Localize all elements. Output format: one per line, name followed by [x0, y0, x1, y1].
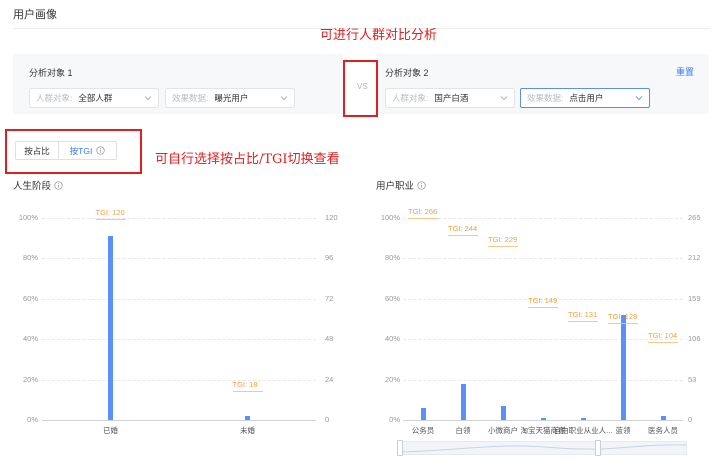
tgi-label: TGI: 131	[568, 310, 598, 320]
y-axis-tick: 0%	[27, 415, 38, 424]
zoom-slider-right-handle[interactable]	[595, 440, 601, 456]
occupation-title-text: 用户职业	[376, 181, 415, 192]
info-icon[interactable]	[54, 180, 63, 190]
y2-axis-tick: 96	[325, 253, 334, 263]
y-axis-tick: 100%	[380, 213, 400, 222]
toggle-highlight-box	[5, 129, 142, 174]
vs-highlight-box	[343, 60, 378, 117]
gridline	[42, 298, 316, 300]
y-axis-tick: 20%	[384, 374, 400, 384]
y2-axis-tick: 0	[325, 415, 330, 424]
y-axis-tick: 100%	[18, 213, 38, 222]
analysis-object-1-label: 分析对象 1	[29, 68, 73, 78]
bar	[420, 407, 426, 420]
life-stage-title: 人生阶段	[13, 178, 63, 192]
tgi-marker-line	[408, 218, 438, 220]
y2-axis-tick: 212	[688, 253, 701, 263]
bar	[580, 417, 586, 420]
gridline	[403, 379, 683, 381]
tgi-label: TGI: 128	[608, 312, 638, 322]
y2-axis-tick: 159	[688, 293, 701, 303]
y2-axis-tick: 106	[688, 334, 701, 344]
info-icon[interactable]	[417, 180, 426, 190]
zoom-slider-track[interactable]	[399, 441, 687, 455]
tgi-label: TGI: 229	[488, 235, 518, 245]
tgi-label: TGI: 120	[95, 208, 125, 217]
crowd-select-prefix: 人群对象:	[36, 93, 73, 103]
gridline	[403, 218, 683, 219]
tgi-marker-line	[488, 246, 518, 248]
chevron-down-icon	[635, 96, 643, 101]
chevron-down-icon	[500, 96, 508, 101]
annotation-compare: 可进行人群对比分析	[320, 28, 438, 43]
crowd-select-prefix: 人群对象:	[392, 93, 429, 103]
y-axis-tick: 60%	[384, 293, 400, 303]
gridline	[42, 218, 316, 219]
y2-axis-tick: 265	[688, 213, 701, 222]
tgi-label: TGI: 18	[232, 379, 258, 389]
effect-select-prefix: 效果数据:	[527, 93, 564, 103]
y-axis-tick: 40%	[22, 334, 38, 344]
zoom-slider-left-handle[interactable]	[397, 440, 403, 456]
tgi-marker-line	[528, 307, 558, 309]
y2-axis-tick: 72	[325, 293, 334, 303]
life-stage-title-text: 人生阶段	[13, 181, 52, 192]
gridline	[42, 339, 316, 341]
y-axis-tick: 40%	[384, 334, 400, 344]
crowd-select-value: 国产白酒	[434, 93, 469, 103]
tgi-marker-line	[448, 235, 478, 236]
y-axis-tick: 60%	[22, 293, 38, 303]
x-axis-label: 已婚	[103, 426, 118, 435]
tgi-marker-line	[648, 341, 678, 343]
gridline	[42, 258, 316, 260]
gridline	[403, 339, 683, 341]
y2-axis-tick: 24	[325, 374, 334, 384]
tgi-label: TGI: 104	[648, 330, 678, 340]
y2-axis-tick: 53	[688, 374, 697, 384]
object1-crowd-select[interactable]: 人群对象: 全部人群	[29, 88, 159, 108]
page-title: 用户画像	[13, 9, 57, 21]
bar	[108, 236, 113, 420]
y2-axis-tick: 48	[325, 334, 334, 344]
y2-axis-tick: 120	[325, 213, 338, 222]
effect-select-value: 点击用户	[569, 93, 604, 103]
object2-crowd-select[interactable]: 人群对象: 国产白酒	[385, 88, 515, 108]
reset-link[interactable]: 重置	[676, 65, 694, 78]
effect-select-value: 曝光用户	[214, 93, 249, 103]
bar	[620, 314, 626, 420]
object1-effect-select[interactable]: 效果数据: 曝光用户	[165, 88, 295, 108]
tgi-marker-line	[568, 321, 598, 323]
x-axis-label: 医务人员	[648, 426, 678, 435]
y-axis-tick: 80%	[22, 253, 38, 263]
gridline	[42, 379, 316, 381]
zoom-slider-preview	[400, 444, 686, 453]
bar	[660, 415, 666, 420]
occupation-title: 用户职业	[376, 178, 426, 192]
tgi-label: TGI: 244	[448, 224, 478, 233]
y-axis-tick: 0%	[389, 415, 400, 424]
bar	[460, 383, 466, 420]
tgi-marker-line	[608, 323, 638, 325]
chevron-down-icon	[280, 96, 288, 101]
tgi-marker-line	[232, 390, 263, 392]
tgi-marker-line	[95, 219, 126, 220]
y-axis-tick: 80%	[384, 253, 400, 263]
x-axis-label: 未婚	[240, 426, 255, 435]
crowd-select-value: 全部人群	[78, 93, 113, 103]
effect-select-prefix: 效果数据:	[172, 93, 209, 103]
y2-axis-tick: 0	[688, 415, 693, 424]
bar	[500, 405, 506, 420]
x-axis-line	[42, 420, 316, 421]
gridline	[403, 258, 683, 260]
tgi-label: TGI: 266	[408, 207, 438, 217]
chevron-down-icon	[144, 96, 152, 101]
object2-effect-select[interactable]: 效果数据: 点击用户	[520, 88, 650, 108]
tgi-label: TGI: 149	[528, 296, 558, 306]
bar	[245, 415, 250, 420]
y-axis-tick: 20%	[22, 374, 38, 384]
bar	[540, 417, 546, 420]
x-axis-line	[403, 420, 683, 421]
analysis-object-2-label: 分析对象 2	[385, 68, 429, 78]
annotation-toggle: 可自行选择按占比/TGI切换查看	[155, 152, 340, 167]
